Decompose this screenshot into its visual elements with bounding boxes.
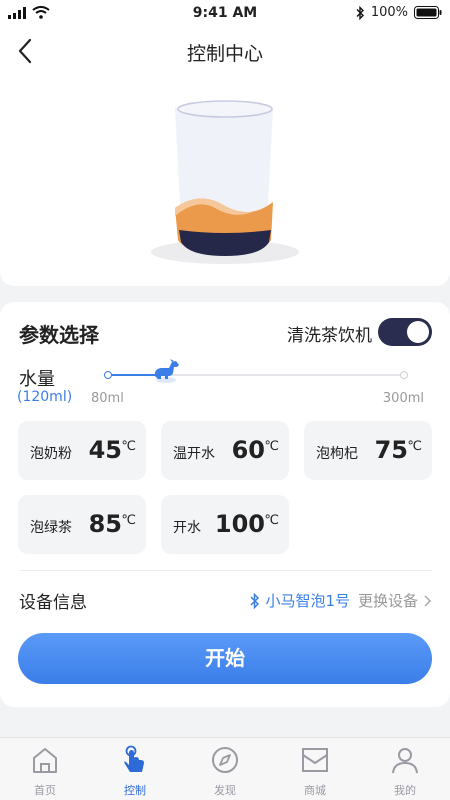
slider-start-dot — [104, 371, 112, 379]
temp-card-milk[interactable]: 泡奶粉 45 ℃ — [18, 421, 146, 480]
mall-icon — [302, 748, 328, 772]
temp-name: 泡绿茶 — [30, 520, 72, 536]
water-min-label: 80ml — [91, 391, 124, 406]
temp-card-warm-water[interactable]: 温开水 60 ℃ — [161, 421, 289, 480]
status-right: 100% — [355, 5, 442, 20]
tab-profile[interactable]: 我的 — [360, 738, 450, 800]
temp-unit: ℃ — [121, 439, 136, 454]
clean-machine-label: 清洗茶饮机 — [287, 326, 372, 346]
temp-value: 75 — [374, 436, 408, 464]
temp-value: 60 — [231, 436, 265, 464]
tab-mall[interactable]: 商城 — [270, 738, 360, 800]
temp-name: 泡枸杞 — [316, 446, 358, 462]
bluetooth-icon — [356, 5, 364, 20]
compass-icon — [212, 747, 238, 773]
device-info-label: 设备信息 — [19, 593, 87, 613]
water-slider-thumb[interactable] — [149, 358, 183, 384]
start-button[interactable]: 开始 — [18, 633, 432, 684]
tab-label: 首页 — [34, 784, 56, 797]
tab-label: 商城 — [304, 784, 326, 797]
bluetooth-icon — [250, 592, 260, 609]
horse-icon — [154, 359, 179, 383]
temp-unit: ℃ — [407, 439, 422, 454]
temp-name: 温开水 — [173, 446, 215, 462]
status-bar: 9:41 AM 100% — [0, 0, 450, 26]
clean-machine-toggle[interactable] — [378, 318, 432, 346]
home-icon — [33, 748, 57, 773]
temp-value: 45 — [88, 436, 122, 464]
water-amount-value: (120ml) — [17, 389, 73, 405]
section-title: 参数选择 — [19, 323, 99, 347]
nav-header: 控制中心 — [0, 26, 450, 76]
cup-illustration-area — [0, 76, 450, 286]
temp-card-goji[interactable]: 泡枸杞 75 ℃ — [304, 421, 432, 480]
divider — [19, 570, 432, 571]
device-info: 小马智泡1号 更换设备 — [249, 590, 432, 611]
device-name[interactable]: 小马智泡1号 — [265, 590, 350, 611]
water-amount-label: 水量 — [19, 369, 55, 390]
tap-hand-icon — [124, 745, 144, 772]
params-panel: 参数选择 清洗茶饮机 水量 (120ml) 80ml 300ml 泡奶粉 45 … — [0, 302, 450, 707]
tab-label: 我的 — [394, 784, 416, 797]
battery-icon — [414, 6, 442, 19]
change-device-link[interactable]: 更换设备 — [358, 590, 418, 611]
slider-end-dot — [400, 371, 408, 379]
tab-home[interactable]: 首页 — [0, 738, 90, 800]
cup-illustration — [151, 100, 299, 264]
tab-control[interactable]: 控制 — [90, 738, 180, 800]
temp-card-boiling-water[interactable]: 开水 100 ℃ — [161, 495, 289, 554]
temp-card-green-tea[interactable]: 泡绿茶 85 ℃ — [18, 495, 146, 554]
toggle-knob — [407, 321, 429, 343]
tab-label: 控制 — [124, 784, 146, 797]
profile-icon — [392, 748, 418, 774]
battery-percent: 100% — [370, 5, 408, 20]
temp-unit: ℃ — [121, 513, 136, 528]
temp-name: 开水 — [173, 520, 201, 536]
tab-bar: 首页 控制 发现 商城 我的 — [0, 737, 450, 800]
temp-unit: ℃ — [264, 439, 279, 454]
water-max-label: 300ml — [382, 391, 424, 406]
temp-value: 100 — [214, 510, 265, 538]
page-title: 控制中心 — [186, 43, 263, 65]
chevron-right-icon[interactable] — [422, 594, 432, 608]
temp-unit: ℃ — [264, 513, 279, 528]
temp-value: 85 — [88, 510, 122, 538]
tab-discover[interactable]: 发现 — [180, 738, 270, 800]
temp-name: 泡奶粉 — [30, 446, 72, 462]
tab-label: 发现 — [214, 784, 236, 797]
